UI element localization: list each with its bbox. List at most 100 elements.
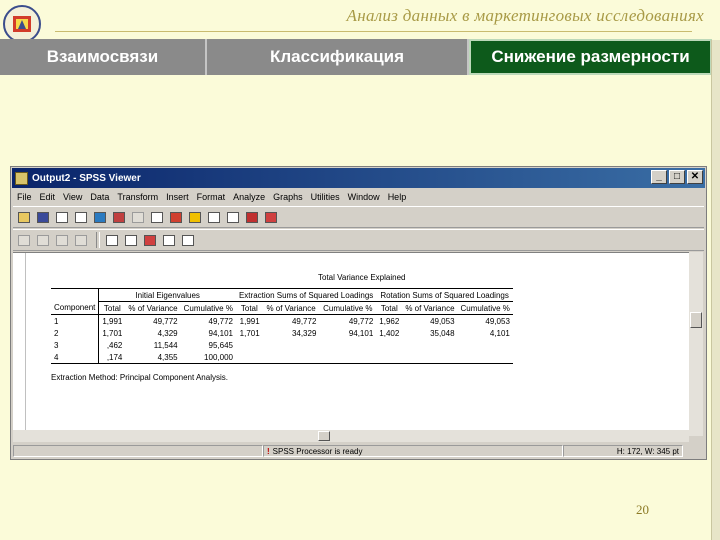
value-cell: 49,772 bbox=[153, 316, 178, 326]
insert-cases-icon[interactable] bbox=[225, 209, 241, 225]
open-folder-icon[interactable] bbox=[16, 209, 32, 225]
export-icon[interactable] bbox=[92, 209, 108, 225]
recall-dialog-icon[interactable] bbox=[111, 209, 127, 225]
promote-icon[interactable] bbox=[16, 232, 32, 248]
split-file-icon[interactable] bbox=[263, 209, 279, 225]
column-header: Cumulative % bbox=[457, 301, 513, 315]
menu-file[interactable]: File bbox=[13, 192, 36, 202]
menu-transform[interactable]: Transform bbox=[113, 192, 162, 202]
vertical-scroll-thumb[interactable] bbox=[690, 312, 702, 328]
slide-tabs: Взаимосвязи Классификация Снижение разме… bbox=[0, 39, 712, 75]
menu-edit[interactable]: Edit bbox=[36, 192, 60, 202]
show-icon[interactable] bbox=[104, 232, 120, 248]
insert-variable-icon[interactable] bbox=[244, 209, 260, 225]
status-blank-cell bbox=[13, 445, 263, 457]
horizontal-scrollbar[interactable] bbox=[13, 430, 689, 442]
value-cell: 94,101 bbox=[208, 328, 233, 338]
goto-data-icon[interactable] bbox=[149, 209, 165, 225]
horizontal-scroll-thumb[interactable] bbox=[318, 431, 330, 441]
print-preview-icon[interactable] bbox=[73, 209, 89, 225]
value-cell bbox=[402, 339, 457, 351]
value-cell bbox=[319, 339, 376, 351]
value-cell: 49,772 bbox=[208, 316, 233, 326]
expand-icon[interactable] bbox=[54, 232, 70, 248]
total-variance-table[interactable]: Initial Eigenvalues Extraction Sums of S… bbox=[51, 288, 513, 364]
hide-icon[interactable] bbox=[123, 232, 139, 248]
value-cell bbox=[376, 339, 402, 351]
menu-data[interactable]: Data bbox=[86, 192, 113, 202]
maximize-button[interactable]: □ bbox=[669, 170, 685, 184]
close-button[interactable]: ✕ bbox=[687, 170, 703, 184]
value-cell bbox=[263, 339, 320, 351]
save-icon[interactable] bbox=[35, 209, 51, 225]
value-cell bbox=[376, 351, 403, 364]
menu-analyze[interactable]: Analyze bbox=[229, 192, 269, 202]
goto-chart-icon[interactable] bbox=[168, 209, 184, 225]
print-icon[interactable] bbox=[54, 209, 70, 225]
variables-icon[interactable] bbox=[187, 209, 203, 225]
component-cell: 2 bbox=[54, 328, 59, 338]
column-header: Total bbox=[235, 301, 263, 315]
value-cell: 4,101 bbox=[489, 328, 510, 338]
value-cell: 1,402 bbox=[379, 328, 400, 338]
tab-relationships[interactable]: Взаимосвязи bbox=[0, 39, 207, 75]
outline-pane[interactable] bbox=[13, 253, 26, 437]
value-cell: 94,101 bbox=[348, 328, 374, 338]
demote-icon[interactable] bbox=[35, 232, 51, 248]
insert-heading-icon[interactable] bbox=[142, 232, 158, 248]
vertical-scrollbar[interactable] bbox=[689, 252, 703, 436]
value-cell bbox=[319, 351, 377, 364]
menu-help[interactable]: Help bbox=[384, 192, 411, 202]
toolbar-separator bbox=[96, 232, 100, 248]
column-header: Total bbox=[376, 301, 403, 315]
find-icon[interactable] bbox=[206, 209, 222, 225]
window-titlebar[interactable]: Output2 - SPSS Viewer _ □ ✕ bbox=[12, 168, 705, 188]
column-header: Cumulative % bbox=[180, 301, 236, 315]
value-cell: 49,772 bbox=[291, 316, 317, 326]
menu-graphs[interactable]: Graphs bbox=[269, 192, 307, 202]
menu-window[interactable]: Window bbox=[344, 192, 384, 202]
menu-format[interactable]: Format bbox=[193, 192, 230, 202]
initial-eigenvalues-header: Initial Eigenvalues bbox=[98, 288, 236, 302]
component-header: Component bbox=[51, 301, 99, 315]
university-logo bbox=[3, 5, 41, 43]
output-pane[interactable]: Total Variance Explained Initial Eigenva… bbox=[13, 252, 689, 437]
collapse-icon[interactable] bbox=[73, 232, 89, 248]
slide-title: Анализ данных в маркетинговых исследован… bbox=[346, 6, 704, 25]
minimize-button[interactable]: _ bbox=[651, 170, 667, 184]
value-cell: 4,355 bbox=[125, 351, 181, 364]
undo-icon[interactable] bbox=[130, 209, 146, 225]
value-cell bbox=[457, 351, 513, 364]
column-header: % of Variance bbox=[402, 301, 458, 315]
page-number: 20 bbox=[636, 502, 649, 517]
value-cell: 95,645 bbox=[208, 340, 233, 350]
component-cell: 4 bbox=[51, 351, 99, 364]
table-footnote: Extraction Method: Principal Component A… bbox=[51, 373, 228, 382]
value-cell bbox=[235, 351, 263, 364]
value-cell: 100,000 bbox=[180, 351, 236, 364]
dimensions-status: H: 172, W: 345 pt bbox=[563, 445, 683, 457]
value-cell bbox=[236, 339, 263, 351]
insert-title-icon[interactable] bbox=[161, 232, 177, 248]
value-cell bbox=[262, 351, 320, 364]
rotation-header: Rotation Sums of Squared Loadings bbox=[376, 288, 513, 302]
window-title: Output2 - SPSS Viewer bbox=[32, 172, 141, 184]
column-header: % of Variance bbox=[262, 301, 320, 315]
extraction-header: Extraction Sums of Squared Loadings bbox=[235, 288, 377, 302]
menu-view[interactable]: View bbox=[59, 192, 86, 202]
value-cell bbox=[458, 339, 513, 351]
processor-status: ! SPSS Processor is ready bbox=[263, 445, 563, 457]
tab-classification[interactable]: Классификация bbox=[207, 39, 469, 75]
insert-text-icon[interactable] bbox=[180, 232, 196, 248]
value-cell: 1,962 bbox=[379, 316, 400, 326]
value-cell: 11,544 bbox=[153, 340, 178, 350]
column-header: % of Variance bbox=[125, 301, 181, 315]
value-cell: 49,053 bbox=[430, 316, 455, 326]
menu-insert[interactable]: Insert bbox=[162, 192, 193, 202]
value-cell: 49,053 bbox=[485, 316, 510, 326]
table-row: 1 1,991 49,772 49,772 1,991 49,772 49,77… bbox=[51, 314, 513, 327]
menu-utilities[interactable]: Utilities bbox=[307, 192, 344, 202]
table-row: 2 1,701 4,329 94,101 1,701 34,329 94,101… bbox=[51, 327, 513, 339]
value-cell: 1,701 bbox=[98, 327, 126, 339]
tab-dimension-reduction[interactable]: Снижение размерности bbox=[469, 39, 712, 75]
